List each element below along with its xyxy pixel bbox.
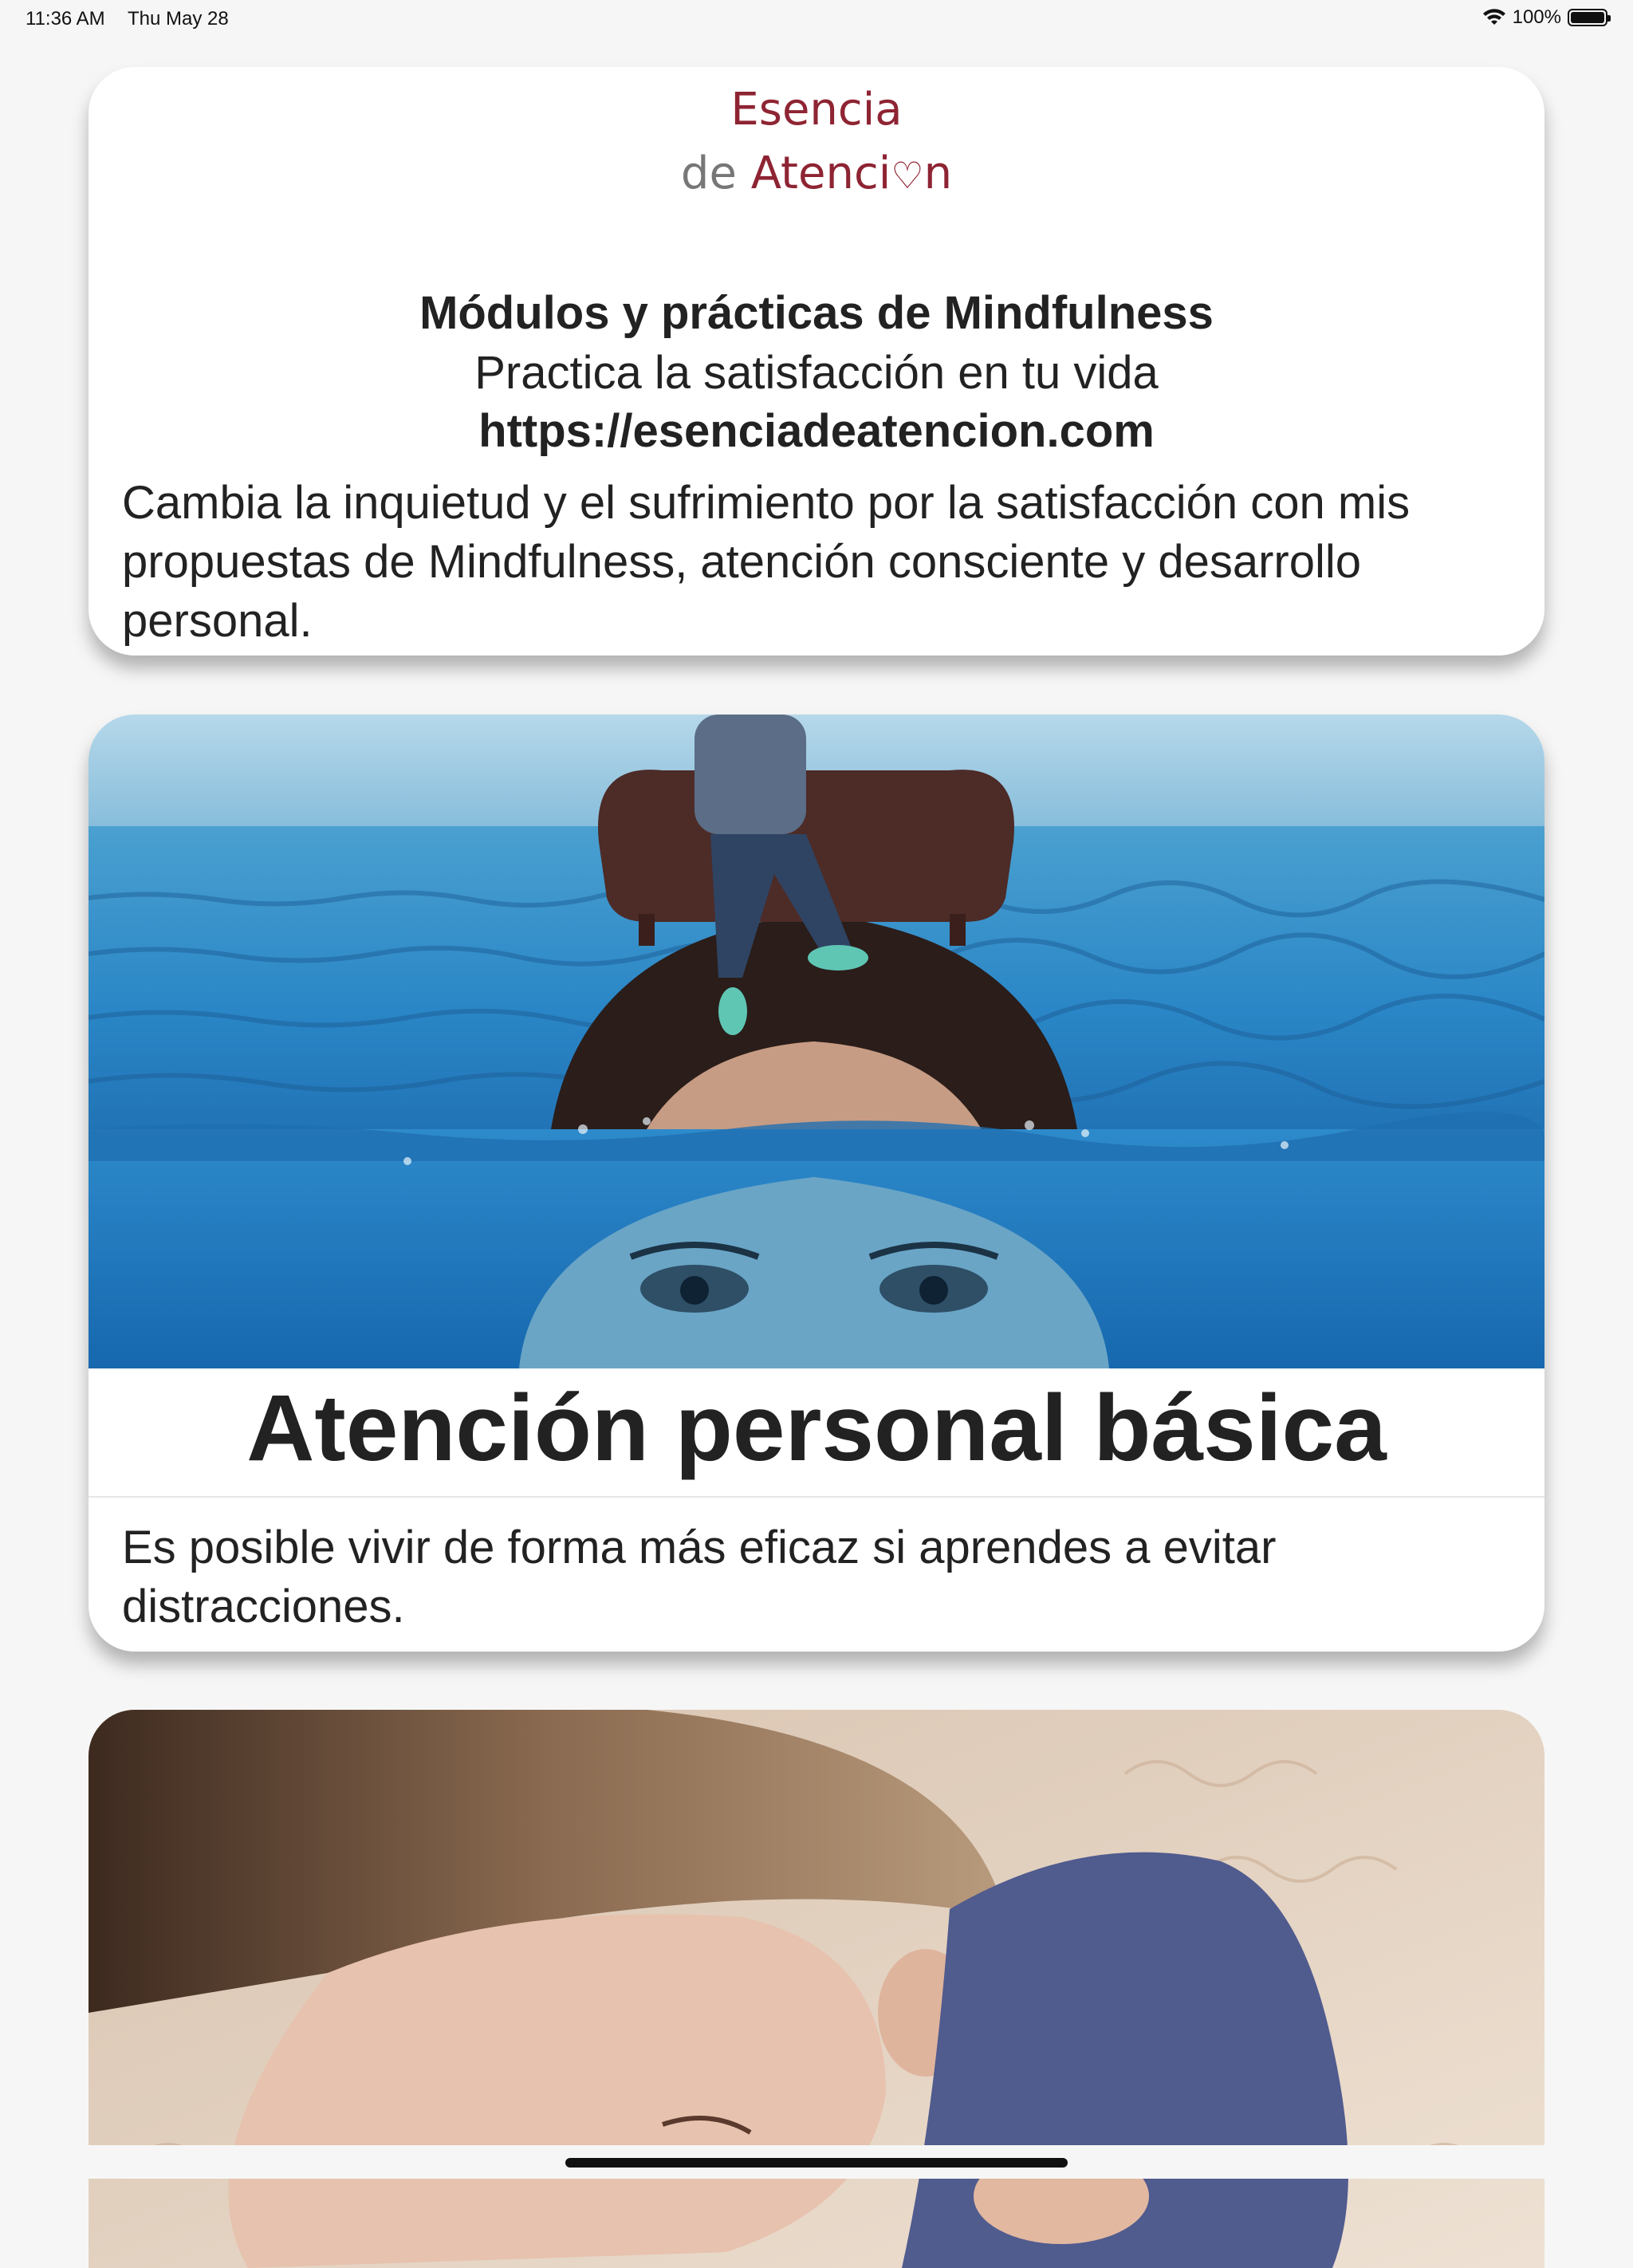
module-description: Es posible vivir de forma más eficaz si … xyxy=(122,1522,1277,1632)
logo-word-b: n xyxy=(923,148,953,199)
status-time: 11:36 AM xyxy=(26,8,105,30)
module-card-atencion-personal[interactable]: Atención personal básica Es posible vivi… xyxy=(89,715,1544,1652)
intro-title: Módulos y prácticas de Mindfulness xyxy=(419,287,1214,339)
module-title: Atención personal básica xyxy=(246,1376,1387,1481)
home-indicator[interactable] xyxy=(565,2158,1068,2168)
logo-line-1: Esencia xyxy=(730,84,903,136)
website-link[interactable]: https://esenciadeatencion.com xyxy=(89,402,1544,461)
wifi-icon xyxy=(1482,9,1505,25)
divider xyxy=(89,1496,1544,1498)
status-bar: 11:36 AM Thu May 28 100% xyxy=(0,0,1633,38)
logo-line-2: de Atenci♡n xyxy=(89,142,1544,207)
status-right: 100% xyxy=(1482,6,1611,29)
intro-subtitle: Practica la satisfacción en tu vida xyxy=(474,347,1159,399)
sleeping-child-image xyxy=(89,1710,1544,2268)
heart-icon: ♡ xyxy=(891,154,924,197)
logo-de: de xyxy=(680,148,737,199)
sea-head-image xyxy=(89,715,1544,1368)
brand-logo: Esencia de Atenci♡n xyxy=(89,78,1544,207)
intro-description: Cambia la inquietud y el sufrimiento por… xyxy=(122,477,1411,656)
intro-card: Esencia de Atenci♡n Módulos y prácticas … xyxy=(89,67,1544,656)
status-date: Thu May 28 xyxy=(128,8,229,30)
module-card-2[interactable] xyxy=(89,1710,1544,2268)
battery-percent: 100% xyxy=(1512,6,1561,28)
battery-icon xyxy=(1568,9,1611,26)
logo-word-a: Atenci xyxy=(750,148,891,199)
